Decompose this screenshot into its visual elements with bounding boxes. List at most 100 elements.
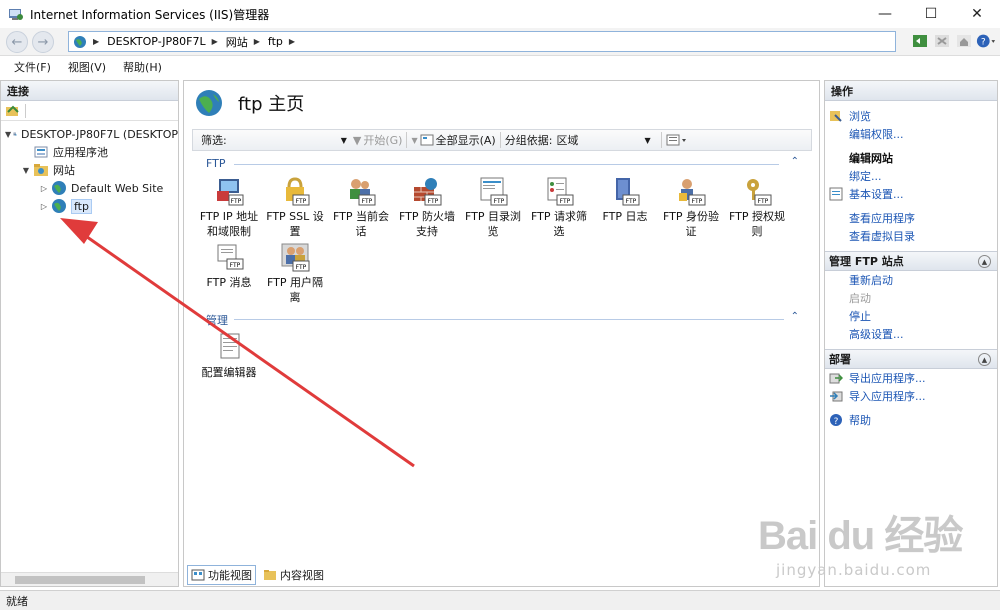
filter-input[interactable] [231,132,341,148]
tab-features-view[interactable]: 功能视图 [187,565,256,585]
feature-ftp-user-isolation[interactable]: FTP FTP 用户隔 离 [262,241,328,305]
feature-label: 配置编辑器 [201,366,257,379]
tab-content-view[interactable]: 内容视图 [260,566,327,584]
action-stop[interactable]: 停止 [825,307,997,325]
feature-ftp-authorization[interactable]: FTP FTP 授权规 则 [724,175,790,239]
group-by-select[interactable]: 区域 [552,132,644,148]
tree-label: DESKTOP-JP80F7L (DESKTOP [20,127,178,141]
feature-label: 览 [487,225,499,238]
expand-chevron-icon[interactable]: ▷ [39,202,49,211]
filter-dropdown-icon[interactable]: ▼ [341,136,347,145]
svg-text:FTP: FTP [758,198,769,205]
collapse-group-icon[interactable]: ▲ [978,353,991,366]
feature-ftp-request-filtering[interactable]: FTP FTP 请求筛 选 [526,175,592,239]
action-label: 查看虚拟目录 [849,230,915,243]
close-button[interactable]: ✕ [954,0,1000,28]
group-by-dropdown-icon[interactable]: ▼ [644,136,650,145]
menu-file[interactable]: 文件(F) [6,59,60,75]
feature-ftp-sessions[interactable]: FTP FTP 当前会 话 [328,175,394,239]
breadcrumb-ftp[interactable]: ftp [268,35,283,48]
maximize-button[interactable]: ☐ [908,0,954,28]
feature-label: 置 [289,225,301,238]
address-box[interactable]: ▶ DESKTOP-JP80F7L ▶ 网站 ▶ ftp ▶ [68,31,896,52]
feature-ftp-messages[interactable]: FTP FTP 消息 [196,241,262,290]
site-globe-icon [196,90,222,116]
action-view-applications[interactable]: 查看应用程序 [825,209,997,227]
connections-toolbar [1,101,178,121]
feature-ftp-logging[interactable]: FTP FTP 日志 [592,175,658,224]
group-title: 管理 FTP 站点 [829,255,904,268]
feature-label: 和域限制 [207,225,251,238]
view-mode-icon[interactable] [666,134,688,146]
feature-label: FTP 防火墙 [399,210,455,223]
feature-label: 选 [553,225,565,238]
tree-node-server[interactable]: ▼ DESKTOP-JP80F7L (DESKTOP [1,125,178,143]
tree-label: 网站 [53,164,75,177]
feature-ftp-ip-restrictions[interactable]: FTP FTP IP 地址 和域限制 [196,175,262,239]
action-browse[interactable]: 浏览 [825,107,997,125]
filter-bar: 筛选: ▼ ▼ 开始(G) ▼ 全部显示(A) 分组依据: 区域 ▼ [192,129,812,151]
action-help[interactable]: ? 帮助 [825,411,997,429]
user-isolation-icon: FTP [281,243,310,272]
breadcrumb-separator-icon: ▶ [253,37,260,46]
connect-icon[interactable] [5,104,21,118]
breadcrumb-server[interactable]: DESKTOP-JP80F7L [107,35,205,48]
action-restart[interactable]: 重新启动 [825,271,997,289]
feature-configuration-editor[interactable]: 配置编辑器 [196,331,262,380]
action-advanced-settings[interactable]: 高级设置... [825,325,997,343]
feature-ftp-directory-browsing[interactable]: FTP FTP 目录浏 览 [460,175,526,239]
action-bindings[interactable]: 绑定... [825,167,997,185]
collapse-chevron-icon[interactable]: ▼ [21,166,31,175]
watermark: Bai du 经验 jingyan.baidu.com [758,495,998,590]
tab-label: 内容视图 [280,569,324,582]
action-view-virtual-directories[interactable]: 查看虚拟目录 [825,227,997,245]
feature-ftp-ssl[interactable]: FTP FTP SSL 设 置 [262,175,328,239]
iis-app-icon [9,9,23,20]
action-basic-settings[interactable]: 基本设置... [825,185,997,203]
section-divider [234,319,784,320]
feature-ftp-firewall[interactable]: FTP FTP 防火墙 支持 [394,175,460,239]
deploy-header[interactable]: 部署 ▲ [825,349,997,369]
minimize-button[interactable]: — [862,0,908,28]
action-export-application[interactable]: 导出应用程序... [825,369,997,387]
tree-node-ftp[interactable]: ▷ ftp [1,197,178,215]
svg-text:FTP: FTP [560,198,571,205]
action-edit-permissions[interactable]: 编辑权限... [825,125,997,143]
collapse-section-icon[interactable]: ⌃ [791,311,799,322]
connections-header: 连接 [1,81,178,101]
collapse-section-icon[interactable]: ⌃ [791,156,799,167]
show-all-button[interactable]: 全部显示(A) [436,132,496,148]
page-title: ftp 主页 [238,94,305,115]
menu-view[interactable]: 视图(V) [60,59,115,75]
scrollbar-thumb[interactable] [15,576,145,584]
action-import-application[interactable]: 导入应用程序... [825,387,997,405]
feature-label: FTP 身份验 [663,210,719,223]
collapse-chevron-icon[interactable]: ▼ [5,130,11,139]
refresh-button[interactable] [910,31,930,51]
svg-text:FTP: FTP [296,198,307,205]
action-label: 启动 [849,292,871,305]
home-button[interactable] [954,31,974,51]
watermark-url: jingyan.baidu.com [776,561,932,579]
help-button[interactable]: ? [976,31,996,51]
collapse-group-icon[interactable]: ▲ [978,255,991,268]
tree-node-app-pools[interactable]: 应用程序池 [1,143,178,161]
horizontal-scrollbar[interactable] [1,572,178,586]
feature-ftp-authentication[interactable]: FTP FTP 身份验 证 [658,175,724,239]
svg-text:FTP: FTP [296,264,307,271]
tree-node-sites[interactable]: ▼ 网站 [1,161,178,179]
manage-ftp-site-header[interactable]: 管理 FTP 站点 ▲ [825,251,997,271]
svg-text:FTP: FTP [428,198,439,205]
stop-button[interactable] [932,31,952,51]
menu-help[interactable]: 帮助(H) [115,59,171,75]
feature-label: FTP 请求筛 [531,210,587,223]
breadcrumb-sites[interactable]: 网站 [226,34,248,50]
browse-icon [830,111,842,122]
tree-node-default-web-site[interactable]: ▷ Default Web Site [1,179,178,197]
expand-chevron-icon[interactable]: ▷ [39,184,49,193]
start-filter-button[interactable]: 开始(G) [363,132,402,148]
tree-label: Default Web Site [71,181,164,195]
config-editor-icon [220,333,240,359]
back-button[interactable]: ← [6,31,28,53]
forward-button[interactable]: → [32,31,54,53]
